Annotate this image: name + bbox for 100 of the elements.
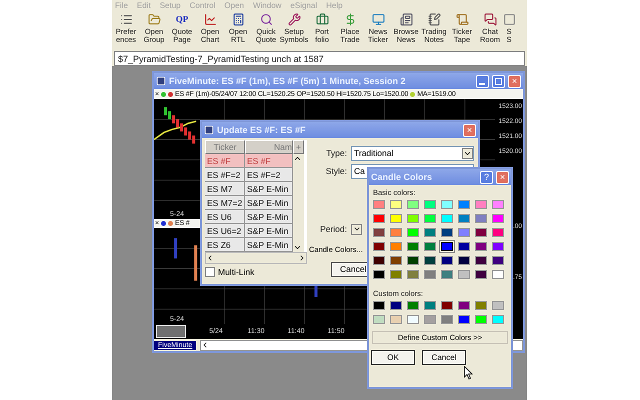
color-swatch[interactable] <box>458 270 470 279</box>
color-swatch[interactable] <box>424 270 436 279</box>
table-cell[interactable]: ES #F=2 <box>245 168 293 182</box>
scroll-right-icon[interactable] <box>298 254 306 262</box>
table-cell[interactable]: S&P E-Min <box>245 238 293 252</box>
color-swatch[interactable] <box>458 256 470 265</box>
color-swatch[interactable] <box>424 214 436 223</box>
color-swatch[interactable] <box>407 301 419 310</box>
help-button[interactable]: ? <box>480 170 493 184</box>
ok-button[interactable]: OK <box>371 350 415 365</box>
color-swatch[interactable] <box>407 214 419 223</box>
table-cell[interactable]: S&P E-Min <box>245 196 293 210</box>
color-swatch[interactable] <box>492 270 504 279</box>
color-swatch[interactable] <box>475 228 487 237</box>
color-swatch[interactable] <box>390 315 402 324</box>
color-swatch[interactable] <box>424 301 436 310</box>
color-swatch[interactable] <box>373 270 385 279</box>
maximize-icon <box>495 78 502 84</box>
cancel-button[interactable]: Cancel <box>422 350 466 365</box>
color-swatch[interactable] <box>373 242 385 251</box>
briefcase-icon <box>316 13 328 26</box>
folder-icon <box>148 13 160 26</box>
color-swatch[interactable] <box>475 242 487 251</box>
color-swatch[interactable] <box>424 315 436 324</box>
type-dropdown[interactable]: Traditional <box>351 146 474 160</box>
color-swatch[interactable] <box>441 228 453 237</box>
color-swatch[interactable] <box>475 301 487 310</box>
scroll-up-icon[interactable] <box>293 154 302 163</box>
color-swatch[interactable] <box>373 301 385 310</box>
maximize-button[interactable] <box>492 74 505 88</box>
color-swatch[interactable] <box>475 315 487 324</box>
color-swatch[interactable] <box>424 228 436 237</box>
line-chart-icon <box>204 13 216 26</box>
table-cell[interactable]: ES M7 <box>205 182 245 196</box>
color-swatch[interactable] <box>407 315 419 324</box>
table-cell[interactable]: ES U6 <box>205 210 245 224</box>
color-swatch[interactable] <box>492 214 504 223</box>
color-swatch[interactable] <box>475 256 487 265</box>
color-swatch[interactable] <box>373 315 385 324</box>
vertical-scrollbar[interactable] <box>293 154 304 252</box>
color-swatch[interactable] <box>492 256 504 265</box>
color-swatch[interactable] <box>441 256 453 265</box>
color-swatch[interactable] <box>390 228 402 237</box>
scroll-left-icon[interactable] <box>206 254 214 262</box>
color-swatch[interactable] <box>407 270 419 279</box>
table-cell[interactable]: S&P E-Min <box>245 182 293 196</box>
color-swatch[interactable] <box>458 242 470 251</box>
color-swatch[interactable] <box>458 315 470 324</box>
color-swatch[interactable] <box>492 315 504 324</box>
horizontal-scrollbar[interactable] <box>205 252 307 264</box>
color-swatch[interactable] <box>407 228 419 237</box>
minimize-button[interactable] <box>476 74 489 88</box>
color-swatch[interactable] <box>458 200 470 209</box>
color-swatch[interactable] <box>390 242 402 251</box>
color-swatch[interactable] <box>441 301 453 310</box>
color-swatch[interactable] <box>407 242 419 251</box>
scroll-down-icon[interactable] <box>293 243 302 252</box>
color-swatch[interactable] <box>458 301 470 310</box>
color-swatch[interactable] <box>458 214 470 223</box>
color-swatch[interactable] <box>424 256 436 265</box>
table-cell[interactable]: ES Z6 <box>205 238 245 252</box>
status-dot-icon <box>160 220 166 226</box>
table-cell[interactable]: ES U6=2 <box>205 224 245 238</box>
color-swatch[interactable] <box>373 228 385 237</box>
color-swatch[interactable] <box>390 301 402 310</box>
table-cell[interactable]: ES M7=2 <box>205 196 245 210</box>
table-cell[interactable]: S&P E-Min <box>245 224 293 238</box>
color-swatch[interactable] <box>441 214 453 223</box>
symbol-field[interactable]: $7_PyramidTesting-7_PyramidTesting unch at 1587 <box>114 51 525 66</box>
color-swatch[interactable] <box>441 315 453 324</box>
color-swatch[interactable] <box>373 214 385 223</box>
color-swatch[interactable] <box>492 242 504 251</box>
color-swatch[interactable] <box>492 301 504 310</box>
color-swatch[interactable] <box>424 200 436 209</box>
scroll-thumb[interactable] <box>156 325 186 338</box>
list-icon <box>120 13 132 26</box>
color-swatch[interactable] <box>390 270 402 279</box>
color-swatch[interactable] <box>407 256 419 265</box>
color-swatch[interactable] <box>373 200 385 209</box>
color-swatch[interactable] <box>492 228 504 237</box>
checkbox-label: Multi-Link <box>218 267 254 277</box>
color-swatch[interactable] <box>373 256 385 265</box>
color-swatch[interactable] <box>390 256 402 265</box>
table-cell[interactable]: ES #F=2 <box>205 168 245 182</box>
color-swatch[interactable] <box>441 200 453 209</box>
color-swatch[interactable] <box>475 214 487 223</box>
calculator-icon <box>232 13 244 26</box>
color-swatch[interactable] <box>390 200 402 209</box>
color-swatch[interactable] <box>441 242 453 251</box>
checkbox[interactable] <box>205 267 215 277</box>
color-swatch[interactable] <box>407 200 419 209</box>
color-swatch[interactable] <box>475 270 487 279</box>
color-swatch[interactable] <box>458 228 470 237</box>
color-swatch[interactable] <box>441 270 453 279</box>
color-swatch[interactable] <box>390 214 402 223</box>
table-cell[interactable]: S&P E-Min <box>245 210 293 224</box>
color-swatch[interactable] <box>424 242 436 251</box>
color-swatch[interactable] <box>492 200 504 209</box>
color-swatch[interactable] <box>475 200 487 209</box>
type-label: Type: <box>325 148 347 158</box>
